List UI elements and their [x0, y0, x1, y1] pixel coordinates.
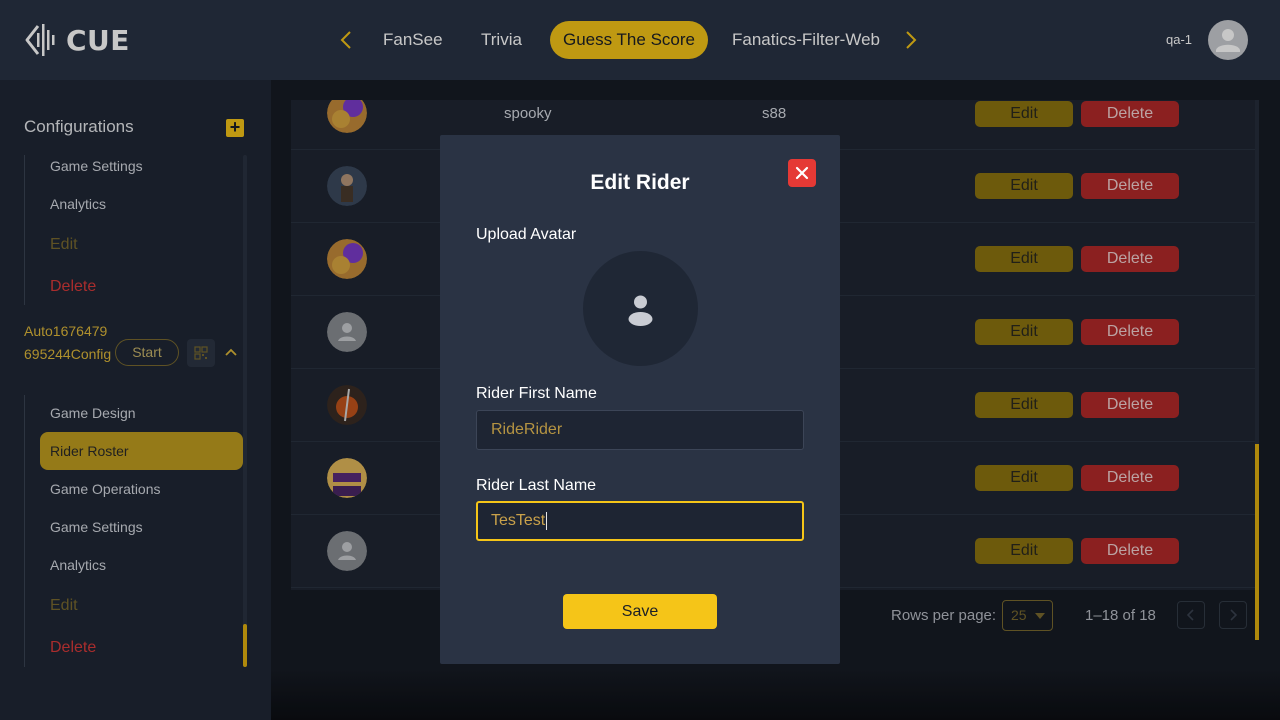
- upload-avatar-label: Upload Avatar: [476, 226, 577, 243]
- edit-rider-modal: Edit Rider Upload Avatar Rider First Nam…: [440, 135, 840, 664]
- first-name-label: Rider First Name: [476, 385, 597, 402]
- last-name-label: Rider Last Name: [476, 477, 597, 494]
- last-name-value: TesTest: [491, 512, 546, 529]
- text-caret: [546, 511, 548, 530]
- last-name-field[interactable]: TesTest: [476, 501, 804, 541]
- close-icon: [795, 166, 809, 180]
- first-name-value: RideRider: [491, 421, 563, 438]
- modal-title: Edit Rider: [590, 171, 690, 194]
- close-button[interactable]: [788, 159, 816, 187]
- save-button[interactable]: Save: [563, 594, 717, 629]
- first-name-field[interactable]: RideRider: [476, 410, 804, 450]
- avatar-upload[interactable]: [583, 251, 698, 366]
- person-placeholder-icon: [628, 295, 653, 326]
